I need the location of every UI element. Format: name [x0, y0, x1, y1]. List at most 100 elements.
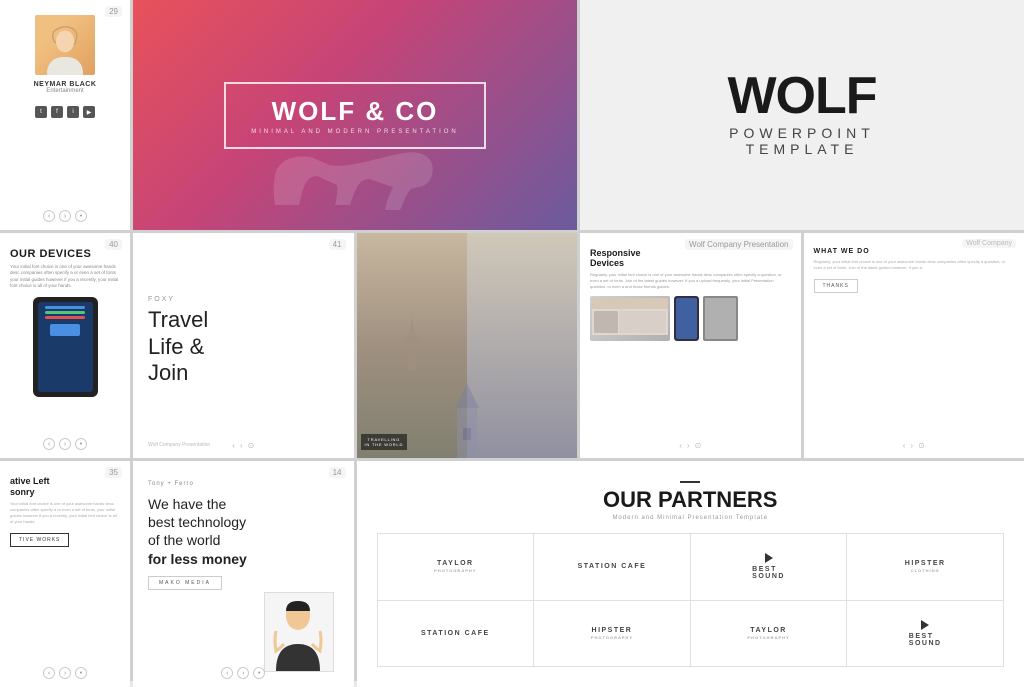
our-devices-slide: 40 OUR DEVICES Your initial font choice … — [0, 233, 130, 458]
partner-name-8: BESTSOUND — [909, 633, 942, 647]
what-title: WHAT WE DO — [814, 248, 870, 255]
nav-row-responsive: ‹ › ⊙ — [679, 441, 701, 450]
our-devices-title: OUR DEVICES — [10, 248, 91, 260]
slide-number-what: Wolf Company — [962, 239, 1016, 248]
slide-number-foxy: 41 — [329, 239, 346, 250]
laptop-thumb — [590, 296, 670, 341]
main-grid: 29 NEYMAR BLACK Entertainment t f i ▶ ‹ … — [0, 0, 1024, 681]
nav-arrow-left-foxy[interactable]: ‹ — [232, 441, 235, 450]
nav-arrow-left-responsive[interactable]: ‹ — [679, 441, 682, 450]
responsive-text: Regularly, your initial font choice is o… — [590, 272, 791, 290]
tablet-thumb — [703, 296, 738, 341]
nav-indicator-creative[interactable]: • — [75, 667, 87, 679]
play-icon-1 — [765, 553, 773, 563]
nav-prev-tony[interactable]: ‹ — [221, 667, 233, 679]
foxy-footer: Wolf Company Presentation — [148, 442, 210, 448]
partners-subtitle: Modern and Minimal Presentation Template — [612, 515, 768, 521]
nav-prev-2[interactable]: ‹ — [43, 438, 55, 450]
person-name: NEYMAR BLACK — [34, 81, 97, 88]
nav-dots-foxy[interactable]: ⊙ — [248, 441, 255, 450]
partner-name-2: STATION CAFE — [578, 563, 647, 570]
partner-name-6: HIPSTER — [592, 627, 633, 634]
what-text: Regularly, your initial font choice is o… — [814, 259, 1015, 271]
instagram-icon[interactable]: i — [67, 106, 79, 118]
nav-row-foxy: ‹ › ⊙ — [232, 441, 254, 450]
partners-slide: OUR PARTNERS Modern and Minimal Presenta… — [357, 461, 1024, 687]
nav-dots-what[interactable]: ⊙ — [918, 441, 925, 450]
responsive-slide: Wolf Company Presentation ResponsiveDevi… — [580, 233, 801, 458]
slide-number-2: 40 — [105, 239, 122, 250]
foxy-label: FOXY — [148, 296, 339, 303]
nav-arrow-right-responsive[interactable]: › — [687, 441, 690, 450]
partner-taylor-2: TAYLOR PHOTOGRAPHY — [691, 601, 848, 668]
nav-next-creative[interactable]: › — [59, 667, 71, 679]
foxy-title: TravelLife &Join — [148, 307, 339, 386]
creative-title: ative Leftsonry — [10, 476, 120, 498]
what-we-do-slide: Wolf Company WHAT WE DO Regularly, your … — [804, 233, 1024, 458]
person-card-slide: 29 NEYMAR BLACK Entertainment t f i ▶ ‹ … — [0, 0, 130, 230]
partner-name-4: HIPSTER — [905, 560, 946, 567]
mako-button[interactable]: MAKO MEDIA — [148, 576, 222, 590]
tony-slide: 14 Tony + Ferro We have thebest technolo… — [133, 461, 354, 687]
partner-name-3: BESTSOUND — [752, 566, 785, 580]
nav-next-1[interactable]: › — [59, 210, 71, 222]
nav-dots-indicator-2[interactable]: • — [75, 438, 87, 450]
travel-photos-slide: TRAVELLINGIN THE WORLD — [357, 233, 578, 458]
creative-button[interactable]: TIVE WORKS — [10, 533, 69, 547]
nav-arrow-left-what[interactable]: ‹ — [903, 441, 906, 450]
our-devices-text: Your initial font choice is one of your … — [10, 264, 120, 289]
wolf-subtitle-text: MINIMAL AND MODERN PRESENTATION — [251, 129, 459, 135]
responsive-title: ResponsiveDevices — [590, 248, 791, 268]
nav-next-2[interactable]: › — [59, 438, 71, 450]
nav-dots-creative: ‹ › • — [43, 667, 87, 679]
partner-beat-2: BESTSOUND — [847, 601, 1004, 668]
person-role: Entertainment — [46, 88, 83, 94]
phone-bar-3 — [45, 316, 84, 319]
slide-number-1: 29 — [105, 6, 122, 17]
creative-text: Your initial font choice is one of your … — [10, 501, 120, 525]
wolf-title-box: WOLF & CO MINIMAL AND MODERN PRESENTATIO… — [224, 82, 486, 149]
nav-dots-indicator-1[interactable]: • — [75, 210, 87, 222]
partners-divider — [680, 481, 700, 483]
product-title-panel: WOLF POWERPOINT TEMPLATE — [580, 0, 1024, 230]
phone-bar-4 — [50, 324, 79, 336]
device-thumbnails — [590, 296, 791, 341]
product-line3: TEMPLATE — [746, 141, 859, 157]
nav-next-tony[interactable]: › — [237, 667, 249, 679]
phone-screen — [38, 302, 93, 392]
partner-beat-1: BESTSOUND — [691, 534, 848, 601]
foxy-slide: 41 FOXY TravelLife &Join Wolf Company Pr… — [133, 233, 354, 458]
wolf-title-text: WOLF & CO — [251, 96, 459, 127]
nav-prev-1[interactable]: ‹ — [43, 210, 55, 222]
thanks-button[interactable]: THANKS — [814, 279, 858, 293]
nav-dots-tony: ‹ › • — [221, 667, 265, 679]
travel-badge: TRAVELLINGIN THE WORLD — [361, 434, 408, 450]
person-illustration — [264, 592, 334, 672]
partner-name-7: TAYLOR — [750, 627, 787, 634]
nav-dots-2: ‹ › • — [43, 438, 87, 450]
partner-sub-6: PHOTOGRAPHY — [591, 635, 633, 640]
twitter-icon[interactable]: t — [35, 106, 47, 118]
nav-prev-creative[interactable]: ‹ — [43, 667, 55, 679]
partner-station-2: STATION CAFE — [378, 601, 535, 668]
partner-name-5: STATION CAFE — [421, 630, 490, 637]
nav-indicator-tony[interactable]: • — [253, 667, 265, 679]
phone-mockup — [33, 297, 98, 397]
product-subtitle: POWERPOINT — [729, 125, 875, 141]
slide-number-creative: 35 — [105, 467, 122, 478]
partner-sub-4: CLOTHING — [911, 568, 940, 573]
avatar — [35, 15, 95, 75]
product-main-title: WOLF — [727, 73, 876, 120]
phone-bar-2 — [45, 311, 84, 314]
slide-number-tony: 14 — [329, 467, 346, 478]
partners-grid: TAYLOR PHOTOGRAPHY STATION CAFE BESTSOUN… — [377, 533, 1005, 667]
youtube-icon[interactable]: ▶ — [83, 106, 95, 118]
nav-arrow-right-what[interactable]: › — [910, 441, 913, 450]
partner-hipster-1: HIPSTER CLOTHING — [847, 534, 1004, 601]
nav-arrow-right-foxy[interactable]: › — [240, 441, 243, 450]
partner-sub-7: PHOTOGRAPHY — [747, 635, 789, 640]
partner-name-1: TAYLOR — [437, 560, 474, 567]
nav-dots-responsive[interactable]: ⊙ — [695, 441, 702, 450]
facebook-icon[interactable]: f — [51, 106, 63, 118]
partner-hipster-2: HIPSTER PHOTOGRAPHY — [534, 601, 691, 668]
